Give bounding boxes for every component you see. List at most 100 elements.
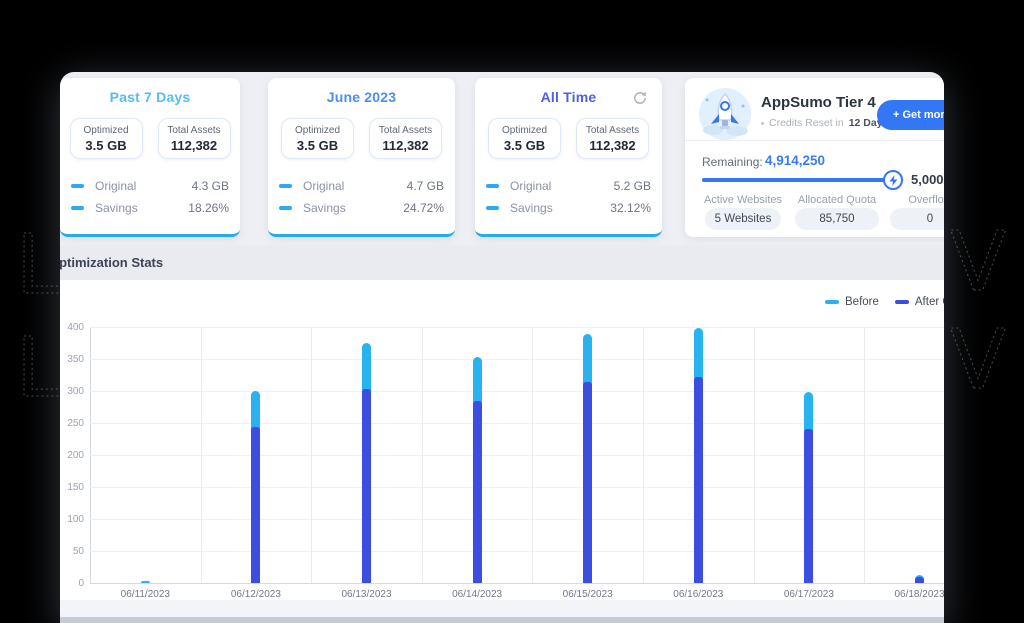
savings-row: Savings 18.26% [71, 201, 229, 215]
row-label: Original [95, 179, 137, 193]
y-tick-label: 250 [67, 418, 84, 429]
section-header-band: Optimization Stats [60, 245, 944, 280]
row-value: 5.2 GB [613, 179, 651, 193]
gridline [90, 423, 944, 424]
total-assets-value: 112,382 [589, 138, 636, 153]
optimization-stats-chart: Before After Optimization 400 350 300 250 20… [60, 280, 944, 600]
savings-row: Savings 24.72% [279, 201, 444, 215]
stat-card-past-7-days: Past 7 Days Optimized 3.5 GB Total Asset… [60, 78, 240, 237]
bar-after-optimization [251, 427, 261, 583]
x-tick-label: 06/18/2023 [894, 589, 944, 600]
bar-before [140, 581, 150, 583]
optimized-box: Optimized 3.5 GB [69, 118, 143, 159]
gridline [90, 391, 944, 392]
remaining-value: 4,914,250 [765, 153, 826, 168]
y-tick-label: 400 [67, 322, 84, 333]
watermark-letter: V [950, 313, 1006, 408]
legend-item-before[interactable]: Before [825, 296, 879, 308]
total-assets-box: Total Assets 112,382 [576, 118, 649, 159]
y-tick-label: 50 [72, 546, 84, 557]
x-tick-label: 06/15/2023 [562, 589, 613, 600]
original-row: Original 5.2 GB [486, 179, 651, 193]
page-background: L L V V Past 7 Days Optimized 3.5 GB Tot… [0, 0, 1024, 623]
bar-after-optimization [915, 577, 924, 583]
get-more-credits-button[interactable]: + Get more credits [877, 100, 944, 130]
dash-icon [486, 206, 499, 210]
x-tick-label: 06/13/2023 [341, 589, 392, 600]
before-swatch-icon [825, 300, 839, 304]
gridline [864, 327, 866, 583]
x-tick-label: 06/11/2023 [120, 589, 170, 600]
stat-card-all-time: All Time Optimized 3.5 GB Total Assets 1… [475, 78, 662, 237]
dash-icon [71, 206, 84, 210]
x-tick-label: 06/14/2023 [452, 589, 503, 600]
total-assets-label: Total Assets [167, 125, 221, 136]
legend-label: After Optimization [914, 296, 944, 308]
y-tick-label: 350 [67, 354, 84, 365]
optimized-box: Optimized 3.5 GB [488, 118, 561, 159]
original-row: Original 4.3 GB [71, 179, 229, 193]
y-tick-label: 100 [67, 514, 84, 525]
row-label: Savings [303, 201, 346, 215]
bar-after-optimization [362, 389, 371, 583]
refresh-icon[interactable] [632, 90, 648, 106]
credits-slider-fill [702, 178, 892, 182]
row-value: 24.72% [403, 201, 444, 215]
dash-icon [486, 184, 499, 188]
dash-icon [71, 184, 84, 188]
mini-stat-row: Optimized 3.5 GB Total Assets 112,382 [475, 118, 662, 159]
x-tick-label: 06/17/2023 [783, 589, 834, 600]
row-label: Savings [95, 201, 138, 215]
row-value: 18.26% [188, 201, 229, 215]
gridline [643, 327, 644, 583]
legend-item-after-optimization[interactable]: After Optimization [894, 296, 944, 308]
watermark-letter: V [950, 215, 1006, 310]
credits-slider-handle[interactable] [883, 170, 903, 190]
row-value: 32.12% [610, 201, 651, 215]
gridline [90, 455, 944, 456]
total-assets-box: Total Assets 112,382 [369, 118, 442, 159]
bullet-dot-icon [761, 121, 764, 125]
after-optimization-swatch-icon [894, 300, 909, 304]
total-assets-value: 112,382 [170, 138, 218, 153]
gridline [90, 359, 944, 360]
bar-after-optimization [472, 401, 482, 583]
total-assets-value: 112,382 [382, 138, 429, 153]
dash-icon [279, 206, 292, 210]
allocated-quota-label: Allocated Quota [797, 194, 877, 206]
watermark-letter: L [16, 321, 62, 416]
divider [685, 140, 944, 141]
gridline [532, 327, 534, 583]
dash-icon [279, 184, 292, 188]
card-title: June 2023 [326, 89, 397, 105]
x-axis-line [90, 583, 944, 584]
active-websites-badge: 5 Websites [705, 208, 781, 230]
x-tick-label: 06/12/2023 [230, 589, 281, 600]
gridline [90, 551, 944, 552]
y-tick-label: 0 [78, 578, 84, 589]
optimized-label: Optimized [501, 125, 547, 136]
optimized-value: 3.5 GB [503, 138, 546, 153]
card-title: Past 7 Days [109, 89, 191, 105]
row-label: Original [510, 179, 552, 193]
mini-stat-row: Optimized 3.5 GB Total Assets 112,382 [60, 118, 240, 159]
watermark-letter: L [16, 218, 62, 313]
credits-slider[interactable] [702, 178, 904, 182]
overflow-badge: 0 [890, 208, 944, 230]
gridline [90, 327, 944, 328]
plan-panel: AppSumo Tier 4 Credits Reset in 12 Days … [685, 78, 944, 237]
row-label: Original [303, 179, 345, 193]
optimized-label: Optimized [294, 125, 340, 136]
optimized-box: Optimized 3.5 GB [281, 118, 354, 159]
total-assets-label: Total Assets [585, 125, 640, 136]
section-title: Optimization Stats [60, 255, 164, 270]
savings-row: Savings 32.12% [486, 201, 651, 215]
bar-after-optimization [804, 429, 814, 583]
y-tick-label: 300 [67, 386, 84, 397]
legend-label: Before [845, 296, 879, 308]
window-bottom-strip [60, 617, 944, 623]
gridline [421, 327, 423, 583]
original-row: Original 4.7 GB [279, 179, 444, 193]
gridline [200, 327, 202, 583]
row-value: 4.3 GB [191, 179, 229, 193]
